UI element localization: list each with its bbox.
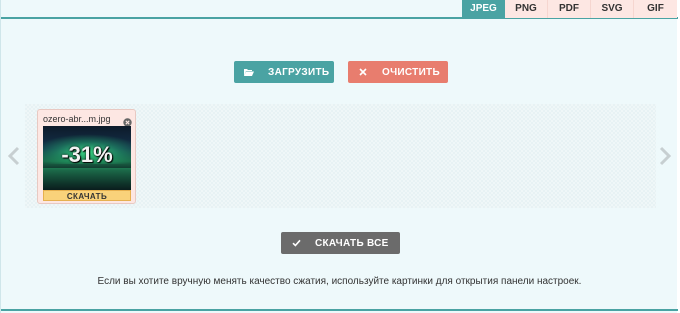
file-thumbnail[interactable]: -31% [43, 126, 131, 190]
clear-label: ОЧИСТИТЬ [382, 66, 440, 78]
file-card[interactable]: ozero-abr...m.jpg -31% СКАЧАТЬ [37, 109, 136, 204]
bottom-divider [1, 309, 678, 311]
x-icon [358, 67, 368, 77]
upload-label: ЗАГРУЗИТЬ [268, 66, 330, 78]
file-download-button[interactable]: СКАЧАТЬ [43, 190, 131, 201]
tab-svg[interactable]: SVG [591, 0, 634, 18]
upload-button[interactable]: ЗАГРУЗИТЬ [234, 61, 334, 83]
file-name: ozero-abr...m.jpg [43, 114, 111, 124]
chevron-right-icon[interactable] [658, 146, 672, 166]
tab-pdf[interactable]: PDF [548, 0, 591, 18]
chevron-left-icon[interactable] [7, 146, 21, 166]
format-tabs: JPEG PNG PDF SVG GIF [462, 0, 677, 18]
check-icon [291, 238, 301, 248]
download-all-button[interactable]: СКАЧАТЬ ВСЕ [281, 232, 400, 254]
tab-jpeg[interactable]: JPEG [462, 0, 505, 18]
tab-png[interactable]: PNG [505, 0, 548, 18]
thumbnail-water [43, 168, 131, 190]
compression-percent: -31% [61, 142, 113, 167]
hint-text: Если вы хотите вручную менять качество с… [97, 276, 582, 287]
clear-button[interactable]: ОЧИСТИТЬ [348, 61, 448, 83]
close-circle-icon[interactable] [123, 114, 132, 127]
folder-open-icon [244, 67, 254, 77]
download-all-label: СКАЧАТЬ ВСЕ [315, 237, 389, 249]
app-frame: JPEG PNG PDF SVG GIF ЗАГРУЗИТЬ ОЧИСТИТЬ … [0, 0, 678, 313]
tab-gif[interactable]: GIF [634, 0, 677, 18]
